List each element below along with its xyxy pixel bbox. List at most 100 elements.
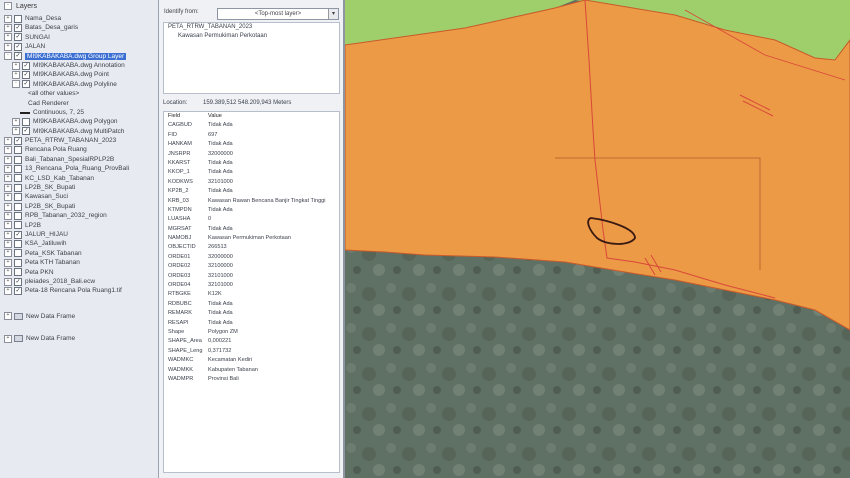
expand-icon[interactable]: +: [4, 42, 12, 51]
layer-item[interactable]: + Peta KTH Tabanan: [0, 258, 158, 267]
layer-item[interactable]: + ✓ PETA_RTRW_TABANAN_2023: [0, 136, 158, 145]
layer-visibility-checkbox[interactable]: [14, 146, 22, 155]
map-view[interactable]: [345, 0, 850, 478]
layer-item[interactable]: + RPB_Tabanan_2032_region: [0, 211, 158, 220]
layer-visibility-checkbox[interactable]: [14, 155, 22, 164]
layer-item[interactable]: + Bali_Tabanan_SpesialRPLP2B: [0, 155, 158, 164]
expand-icon[interactable]: +: [4, 211, 12, 220]
result-feature-node[interactable]: Kawasan Permukiman Perkotaan: [164, 32, 339, 41]
layer-visibility-checkbox[interactable]: ✓: [22, 61, 30, 70]
layer-visibility-checkbox[interactable]: [14, 14, 22, 23]
expand-icon[interactable]: +: [12, 61, 20, 70]
expand-icon[interactable]: +: [4, 183, 12, 192]
expand-icon[interactable]: +: [4, 14, 12, 23]
expand-icon[interactable]: +: [4, 155, 12, 164]
layer-item[interactable]: + ✓ MI9KABAKABA.dwg Point: [0, 70, 158, 80]
layer-visibility-checkbox[interactable]: [14, 193, 22, 202]
expand-icon[interactable]: +: [4, 202, 12, 211]
layer-visibility-checkbox[interactable]: [14, 249, 22, 258]
layer-item[interactable]: + Peta PKN: [0, 268, 158, 277]
layer-item[interactable]: + ✓ JALUR_HIJAU: [0, 230, 158, 239]
attribute-row[interactable]: ORDE02 32100000: [164, 262, 339, 271]
attribute-row[interactable]: FID 697: [164, 131, 339, 140]
expand-icon[interactable]: +: [4, 33, 12, 42]
layer-item[interactable]: + KSA_Jatiluwih: [0, 239, 158, 249]
layer-visibility-checkbox[interactable]: [14, 174, 22, 183]
attribute-row[interactable]: HANKAM Tidak Ada: [164, 140, 339, 149]
layer-visibility-checkbox[interactable]: [14, 183, 22, 192]
layer-item[interactable]: - ✓ MI9KABAKABA.dwg Polyline: [0, 80, 158, 89]
layer-item[interactable]: + LP2B: [0, 221, 158, 230]
attribute-row[interactable]: KTMPDN Tidak Ada: [164, 206, 339, 215]
data-frame-item[interactable]: + New Data Frame: [0, 312, 158, 321]
result-layer-node[interactable]: PETA_RTRW_TABANAN_2023: [164, 23, 339, 32]
attribute-row[interactable]: WADMPR Provinsi Bali: [164, 375, 339, 384]
attribute-row[interactable]: SHAPE_Area 0,000221: [164, 337, 339, 346]
attribute-row[interactable]: ORDE01 32000000: [164, 253, 339, 262]
map-canvas[interactable]: [345, 0, 850, 478]
expand-icon[interactable]: +: [12, 127, 20, 136]
layer-visibility-checkbox[interactable]: [14, 268, 22, 277]
expand-icon[interactable]: +: [4, 287, 12, 296]
layer-item[interactable]: + ✓ pleiades_2018_Bali.ecw: [0, 277, 158, 286]
layer-item[interactable]: + ✓ JALAN: [0, 42, 158, 51]
attribute-row[interactable]: RESAPI Tidak Ada: [164, 319, 339, 328]
attribute-row[interactable]: ORDE03 32101000: [164, 272, 339, 281]
expand-icon[interactable]: +: [4, 193, 12, 202]
layer-visibility-checkbox[interactable]: ✓: [14, 136, 22, 145]
layer-visibility-checkbox[interactable]: ✓: [22, 80, 30, 89]
layer-item[interactable]: + Peta_KSK Tabanan: [0, 249, 158, 258]
collapse-icon[interactable]: -: [4, 52, 12, 61]
layer-item[interactable]: + LP2B_SK_Bupati: [0, 183, 158, 192]
identify-from-dropdown[interactable]: <Top-most layer> ▾: [217, 8, 339, 20]
chevron-down-icon[interactable]: ▾: [328, 9, 338, 19]
attribute-row[interactable]: WADMKK Kabupaten Tabanan: [164, 366, 339, 375]
attribute-row[interactable]: MGRSAT Tidak Ada: [164, 225, 339, 234]
layer-item[interactable]: + ✓ Peta-18 Rencana Pola Ruang1.tif: [0, 286, 158, 296]
layer-visibility-checkbox[interactable]: ✓: [14, 287, 22, 296]
attribute-row[interactable]: RDBUBC Tidak Ada: [164, 300, 339, 309]
data-frame-item[interactable]: + New Data Frame: [0, 334, 158, 343]
layer-item[interactable]: - ✓ MI9KABAKABA.dwg Group Layer: [0, 52, 158, 61]
layer-visibility-checkbox[interactable]: ✓: [14, 230, 22, 239]
expand-icon[interactable]: +: [4, 24, 12, 33]
collapse-icon[interactable]: -: [4, 2, 12, 11]
expand-icon[interactable]: +: [4, 312, 12, 321]
attribute-row[interactable]: OBJECTID 266513: [164, 243, 339, 252]
attribute-row[interactable]: KKARST Tidak Ada: [164, 159, 339, 168]
expand-icon[interactable]: +: [12, 71, 20, 80]
layer-visibility-checkbox[interactable]: ✓: [14, 33, 22, 42]
layer-item[interactable]: + ✓ SUNGAI: [0, 33, 158, 42]
layer-visibility-checkbox[interactable]: [14, 258, 22, 267]
layer-item[interactable]: Continuous, 7, 25: [0, 108, 158, 117]
layer-visibility-checkbox[interactable]: ✓: [22, 127, 30, 136]
attribute-row[interactable]: ORDE04 32101000: [164, 281, 339, 290]
attribute-row[interactable]: JNSRPR 32000000: [164, 150, 339, 159]
layer-visibility-checkbox[interactable]: ✓: [14, 277, 22, 286]
layer-item[interactable]: +13_Rencana_Pola_Ruang_ProvBali: [0, 164, 158, 173]
layer-visibility-checkbox[interactable]: ✓: [14, 52, 22, 61]
attribute-row[interactable]: KODKWS 32101000: [164, 178, 339, 187]
expand-icon[interactable]: +: [12, 118, 20, 126]
attribute-row[interactable]: CAGBUD Tidak Ada: [164, 121, 339, 130]
expand-icon[interactable]: +: [4, 240, 12, 249]
layer-item[interactable]: Cad Renderer: [0, 99, 158, 108]
layer-visibility-checkbox[interactable]: [14, 164, 22, 173]
layer-item[interactable]: + MI9KABAKABA.dwg Polygon: [0, 117, 158, 126]
expand-icon[interactable]: +: [4, 268, 12, 277]
layer-visibility-checkbox[interactable]: ✓: [14, 24, 22, 33]
layer-item[interactable]: + Kawasan_Suci: [0, 192, 158, 202]
layer-item[interactable]: + Rencana Pola Ruang: [0, 145, 158, 155]
layer-visibility-checkbox[interactable]: ✓: [22, 71, 30, 80]
layer-visibility-checkbox[interactable]: [14, 240, 22, 249]
layer-item[interactable]: + LP2B_SK_Bupati: [0, 202, 158, 211]
layer-item[interactable]: + ✓ MI9KABAKABA.dwg Annotation: [0, 61, 158, 70]
expand-icon[interactable]: +: [4, 230, 12, 239]
layer-item[interactable]: + ✓ MI9KABAKABA.dwg MultiPatch: [0, 127, 158, 136]
expand-icon[interactable]: +: [4, 277, 12, 286]
layer-visibility-checkbox[interactable]: [14, 221, 22, 230]
attribute-row[interactable]: KRB_03 Kawasan Rawan Bencana Banjir Tingk…: [164, 197, 339, 206]
attribute-row[interactable]: RTBGKE K12K: [164, 290, 339, 299]
expand-icon[interactable]: +: [4, 146, 12, 155]
expand-icon[interactable]: +: [4, 334, 12, 343]
